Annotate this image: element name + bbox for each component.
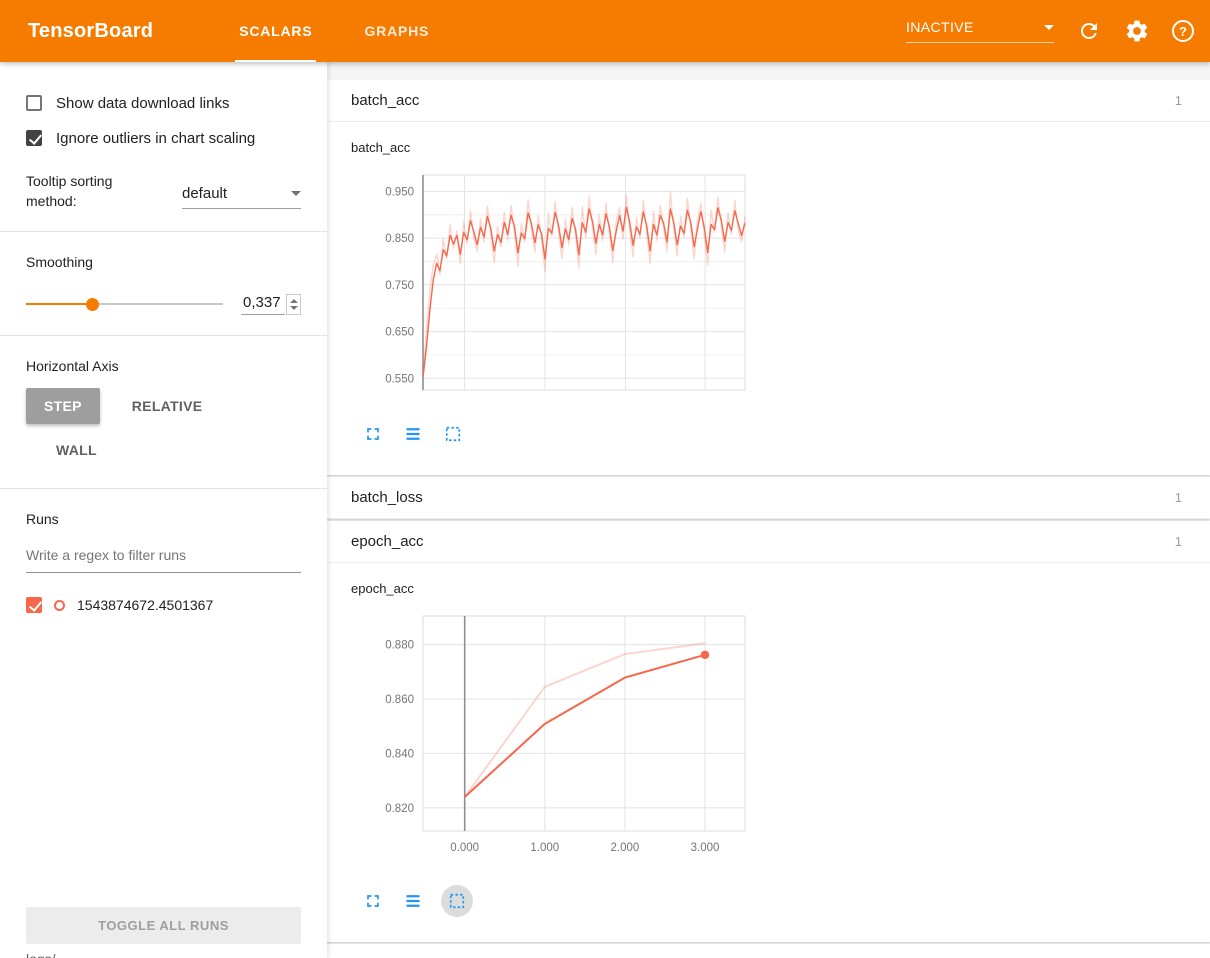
run-color-swatch-icon [54,600,65,611]
smoothing-value-input[interactable] [241,292,285,315]
section-batch-loss: batch_loss 1 [327,477,1210,519]
number-stepper-icon[interactable] [286,294,301,315]
expand-chart-icon[interactable] [361,422,385,446]
help-icon[interactable] [1172,20,1194,42]
svg-text:0.950: 0.950 [385,186,414,198]
epoch-acc-line-chart[interactable]: 0.820 0.840 0.860 0.880 0.000 1.000 2.000 3.000 [341,604,777,874]
section-count-badge: 1 [1175,93,1182,108]
chart-title: batch_acc [351,140,777,155]
toggle-y-axis-icon[interactable] [401,889,425,913]
nav-tabs: SCALARS GRAPHS [213,0,455,62]
divider [0,231,327,232]
svg-text:1.000: 1.000 [530,842,559,854]
header-actions: INACTIVE [906,18,1194,44]
tooltip-sorting-dropdown[interactable]: default [182,185,301,209]
runs-group-footer: logs/ [26,951,56,958]
tab-scalars[interactable]: SCALARS [213,0,338,62]
checkbox-unchecked-icon [26,95,42,111]
app-title: TensorBoard [28,20,153,43]
smoothing-slider-fill [26,303,92,305]
svg-text:0.840: 0.840 [385,748,414,760]
svg-text:3.000: 3.000 [691,842,720,854]
svg-text:0.550: 0.550 [385,373,414,385]
axis-wall-button[interactable]: WALL [38,432,115,468]
svg-text:0.860: 0.860 [385,694,414,706]
section-epoch-acc: epoch_acc 1 epoch_acc 0.8200.8400.8600.8… [327,521,1210,942]
dashboard-main: batch_acc 1 batch_acc 0.550 0.650 0.750 0.8… [327,62,1210,958]
chart-toolbar [361,884,777,918]
fit-domain-icon[interactable] [441,885,473,917]
toggle-y-axis-icon[interactable] [401,422,425,446]
toggle-all-runs-button[interactable]: TOGGLE ALL RUNS [26,907,301,944]
svg-text:0.650: 0.650 [385,327,414,339]
svg-text:0.880: 0.880 [385,640,414,652]
batch-acc-line-chart[interactable]: 0.550 0.650 0.750 0.850 0.950 [341,163,777,407]
app-header: TensorBoard SCALARS GRAPHS INACTIVE [0,0,1210,62]
runs-label: Runs [26,511,301,527]
divider [0,488,327,489]
settings-sidebar: Show data download links Ignore outliers… [0,62,327,958]
ignore-outliers-checkbox[interactable]: Ignore outliers in chart scaling [26,125,301,151]
stepper-up-icon[interactable] [290,299,298,303]
section-count-badge: 1 [1175,490,1182,505]
chart-toolbar [361,417,777,451]
section-header-batch-acc[interactable]: batch_acc 1 [327,80,1210,122]
divider [0,335,327,336]
section-batch-acc: batch_acc 1 batch_acc 0.550 0.650 0.750 0.8… [327,80,1210,475]
axis-relative-button[interactable]: RELATIVE [114,388,221,424]
smoothing-slider[interactable] [26,297,223,311]
smoothing-slider-thumb[interactable] [86,298,99,311]
tooltip-sorting-label: Tooltip sorting method: [26,171,156,211]
svg-text:0.850: 0.850 [385,233,414,245]
chevron-down-icon [1044,25,1054,30]
axis-step-button[interactable]: STEP [26,388,100,424]
svg-text:0.750: 0.750 [385,280,414,292]
chart-title: epoch_acc [351,581,777,596]
section-header-batch-loss[interactable]: batch_loss 1 [327,477,1210,519]
svg-text:0.820: 0.820 [385,803,414,815]
expand-chart-icon[interactable] [361,889,385,913]
chevron-down-icon [291,191,301,196]
svg-text:0.000: 0.000 [450,842,479,854]
runs-filter-input[interactable] [26,543,301,573]
status-dropdown[interactable]: INACTIVE [906,19,1054,43]
section-count-badge: 1 [1175,534,1182,549]
checkbox-checked-icon [26,130,42,146]
show-download-links-checkbox[interactable]: Show data download links [26,90,301,116]
run-checkbox-checked-icon[interactable] [26,597,42,613]
settings-gear-icon[interactable] [1124,18,1150,44]
run-list-item[interactable]: 1543874672.4501367 [26,597,301,613]
chart-card-batch-acc: batch_acc 0.550 0.650 0.750 0.850 0.950 [341,140,777,451]
chart-card-epoch-acc: epoch_acc 0.820 0.840 0.860 0.880 0.000 1.000… [341,581,777,918]
horizontal-axis-label: Horizontal Axis [26,358,301,374]
smoothing-label: Smoothing [26,254,301,270]
fit-domain-icon[interactable] [441,422,465,446]
stepper-down-icon[interactable] [290,306,298,310]
svg-text:2.000: 2.000 [611,842,640,854]
section-header-epoch-acc[interactable]: epoch_acc 1 [327,521,1210,563]
refresh-icon[interactable] [1076,18,1102,44]
section-header-epoch-loss[interactable]: epoch_loss 1 [327,944,1210,958]
section-epoch-loss: epoch_loss 1 [327,944,1210,958]
tab-graphs[interactable]: GRAPHS [338,0,455,62]
run-name: 1543874672.4501367 [77,597,213,613]
